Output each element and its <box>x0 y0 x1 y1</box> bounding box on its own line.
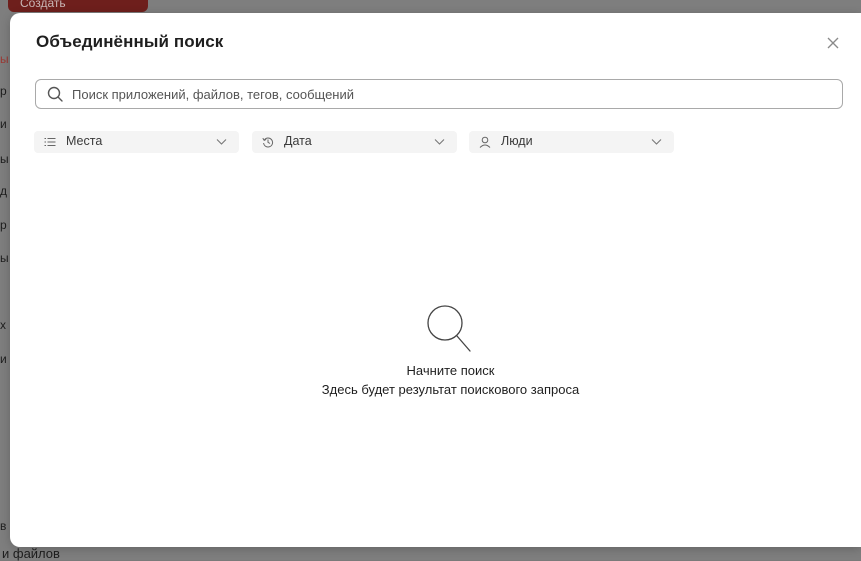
search-box[interactable] <box>35 79 843 109</box>
filter-places-dropdown[interactable]: Места <box>34 131 239 153</box>
bg-fragment: д <box>0 184 8 198</box>
close-button[interactable] <box>825 35 841 51</box>
search-input[interactable] <box>72 86 812 102</box>
search-icon <box>46 85 64 103</box>
close-icon <box>827 37 839 49</box>
chevron-down-icon <box>216 139 227 145</box>
bg-fragment: ы <box>0 152 9 166</box>
person-icon <box>479 136 491 148</box>
filter-date-label: Дата <box>284 134 312 148</box>
chevron-down-icon <box>651 139 662 145</box>
create-button: Создать <box>8 0 148 12</box>
bg-fragment: ы <box>0 52 9 66</box>
bg-fragment: х <box>0 318 6 332</box>
modal-title: Объединённый поиск <box>36 32 224 51</box>
filter-people-dropdown[interactable]: Люди <box>469 131 674 153</box>
filter-places-label: Места <box>66 134 103 148</box>
empty-state-title: Начните поиск <box>406 363 495 378</box>
empty-state-subtitle: Здесь будет результат поискового запроса <box>321 382 580 397</box>
bg-fragment: ы <box>0 251 9 265</box>
bg-fragment: р <box>0 218 7 232</box>
bg-fragment: в <box>0 519 7 533</box>
filter-date-dropdown[interactable]: Дата <box>252 131 457 153</box>
bg-bottom-label: и файлов <box>2 546 60 561</box>
chevron-down-icon <box>434 139 445 145</box>
list-icon <box>44 138 56 146</box>
empty-search-icon <box>427 305 471 352</box>
bg-fragment: р <box>0 84 7 98</box>
bg-fragment: и <box>0 352 7 366</box>
filter-people-label: Люди <box>501 134 533 148</box>
unified-search-modal: Объединённый поиск Места <box>10 13 861 547</box>
history-icon <box>262 137 274 148</box>
bg-fragment: и <box>0 117 7 131</box>
